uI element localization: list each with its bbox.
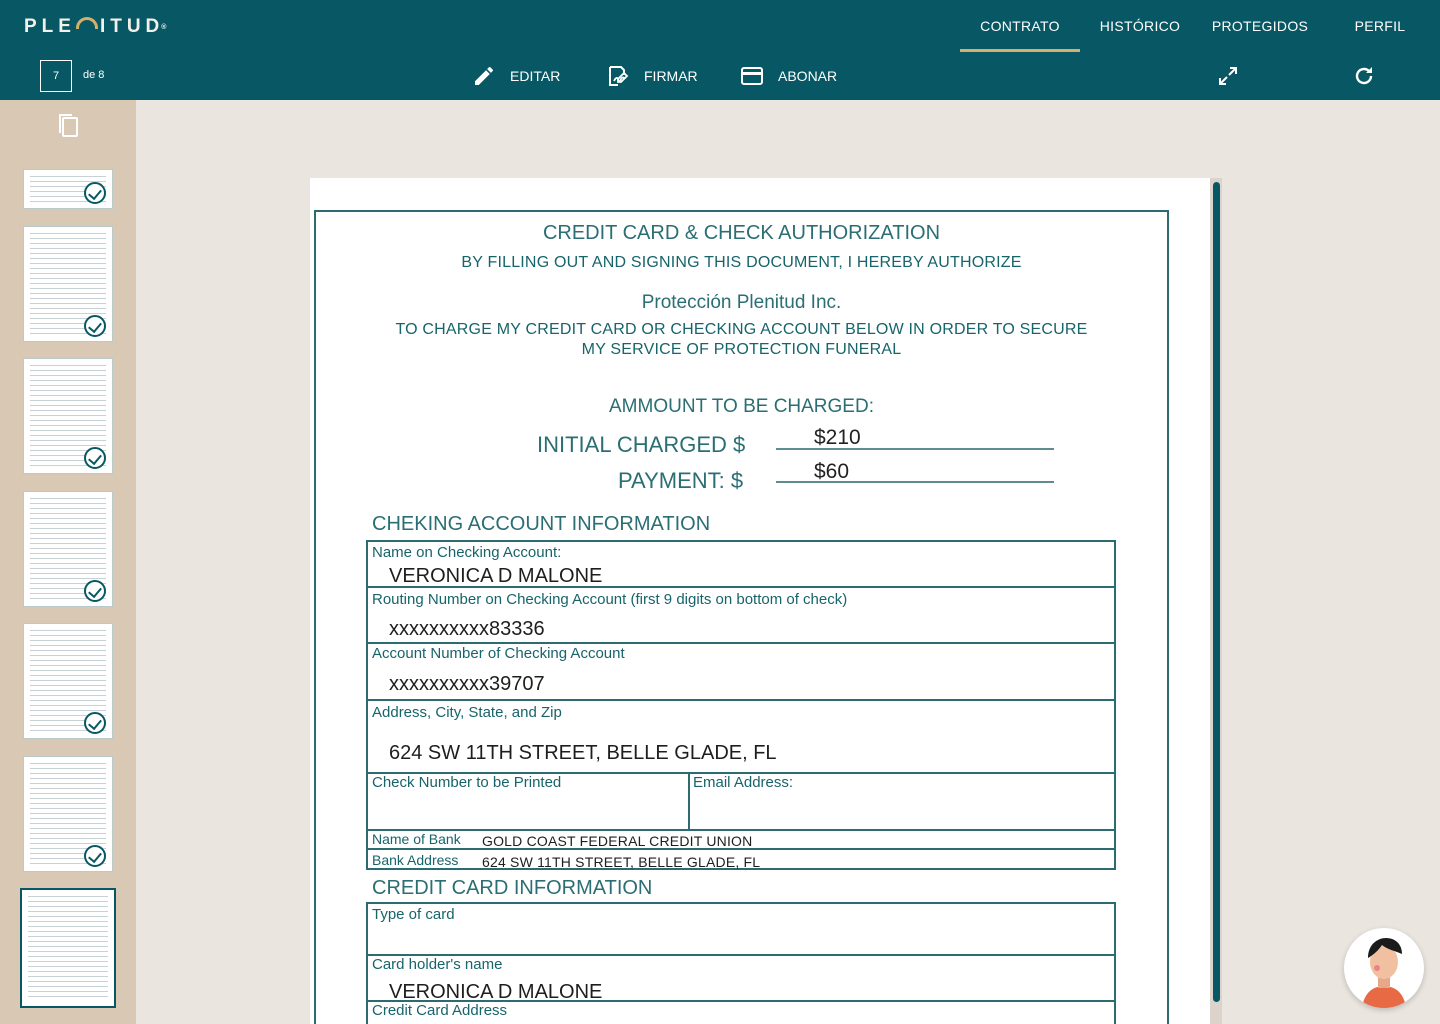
card-holder-label: Card holder's name (372, 956, 503, 973)
nav-historico[interactable]: HISTÓRICO (1080, 0, 1200, 52)
initial-charge-label: INITIAL CHARGED $ (537, 432, 746, 457)
refresh-icon[interactable] (1352, 64, 1376, 88)
pencil-icon (475, 66, 494, 85)
amount-heading: AMMOUNT TO BE CHARGED: (609, 396, 874, 417)
account-number-value[interactable]: xxxxxxxxxx39707 (389, 673, 545, 696)
initial-charge-line (776, 448, 1054, 450)
page-thumbnails-sidebar (0, 100, 136, 1024)
bank-name-value[interactable]: GOLD COAST FEDERAL CREDIT UNION (482, 833, 752, 849)
purpose-text: TO CHARGE MY CREDIT CARD OR CHECKING ACC… (395, 321, 1088, 358)
company-name: Protección Plenitud Inc. (641, 292, 842, 313)
nav-contrato[interactable]: CONTRATO (960, 0, 1080, 52)
bank-name-label: Name of Bank (372, 831, 461, 847)
credit-card-section-title: CREDIT CARD INFORMATION (372, 877, 653, 899)
page-thumbnail-4[interactable] (23, 491, 113, 607)
bank-address-label: Bank Address (372, 852, 459, 868)
signature-icon (609, 66, 629, 86)
credit-card-icon (741, 67, 763, 85)
card-address-label: Credit Card Address (372, 1002, 508, 1019)
nav-protegidos[interactable]: PROTEGIDOS (1200, 0, 1320, 52)
initial-charge-value: $210 (814, 426, 861, 449)
sign-button[interactable]: FIRMAR (606, 62, 698, 90)
registered-mark: ® (161, 23, 167, 31)
payment-line (776, 481, 1054, 483)
routing-number-label: Routing Number on Checking Account (firs… (372, 591, 848, 608)
edit-button[interactable]: EDITAR (472, 62, 560, 90)
page-total: de 8 (83, 69, 105, 81)
assistant-avatar[interactable] (1344, 928, 1424, 1008)
check-circle-icon (84, 712, 106, 734)
checking-info-table: Name on Checking Account: VERONICA D MAL… (366, 540, 1116, 870)
bank-address-value[interactable]: 624 SW 11TH STREET, BELLE GLADE, FL (482, 854, 760, 870)
payment-label: PAYMENT: $ (618, 468, 744, 493)
page-number-input[interactable]: 7 (40, 60, 72, 92)
pay-label: ABONAR (778, 68, 838, 84)
plenitud-logo[interactable]: PLE ITUD ® (24, 16, 166, 38)
card-type-label: Type of card (372, 906, 455, 923)
check-number-label: Check Number to be Printed (372, 774, 562, 791)
page-thumbnail-7[interactable] (20, 888, 116, 1008)
form-subtitle: BY FILLING OUT AND SIGNING THIS DOCUMENT… (461, 254, 1022, 271)
page-thumbnail-2[interactable] (23, 226, 113, 342)
check-circle-icon (84, 182, 106, 204)
account-name-value[interactable]: VERONICA D MALONE (389, 565, 602, 588)
page-thumbnail-1[interactable] (23, 169, 113, 209)
sign-label: FIRMAR (644, 68, 698, 84)
form-title: CREDIT CARD & CHECK AUTHORIZATION (542, 222, 941, 244)
account-number-label: Account Number of Checking Account (372, 645, 625, 662)
checking-section-title: CHEKING ACCOUNT INFORMATION (372, 513, 711, 535)
email-label: Email Address: (693, 774, 794, 791)
main-nav: CONTRATO HISTÓRICO PROTEGIDOS PERFIL (960, 0, 1440, 52)
pay-button[interactable]: ABONAR (740, 62, 837, 90)
copy-pages-icon[interactable] (56, 112, 80, 140)
check-circle-icon (84, 315, 106, 337)
edit-label: EDITAR (510, 68, 561, 84)
address-label: Address, City, State, and Zip (372, 704, 562, 721)
check-circle-icon (84, 447, 106, 469)
document-viewer[interactable]: CREDIT CARD & CHECK AUTHORIZATION BY FIL… (310, 178, 1222, 1024)
person-avatar-icon (1362, 938, 1406, 1008)
nav-perfil[interactable]: PERFIL (1320, 0, 1440, 52)
document-scrollbar[interactable] (1210, 178, 1222, 1024)
page-thumbnail-6[interactable] (23, 756, 113, 872)
credit-card-table: Type of card Card holder's name VERONICA… (366, 902, 1116, 1024)
check-circle-icon (84, 580, 106, 602)
account-name-label: Name on Checking Account: (372, 544, 562, 561)
routing-number-value[interactable]: xxxxxxxxxx83336 (389, 618, 545, 641)
authorization-form: CREDIT CARD & CHECK AUTHORIZATION BY FIL… (314, 210, 1169, 1024)
page-thumbnail-3[interactable] (23, 358, 113, 474)
address-value[interactable]: 624 SW 11TH STREET, BELLE GLADE, FL (389, 742, 777, 765)
check-circle-icon (84, 845, 106, 867)
fullscreen-icon[interactable] (1216, 64, 1240, 88)
sun-logo-icon (75, 17, 98, 29)
page-thumbnail-5[interactable] (23, 623, 113, 739)
top-bar: PLE ITUD ® CONTRATO HISTÓRICO PROTEGIDOS P… (0, 0, 1440, 100)
